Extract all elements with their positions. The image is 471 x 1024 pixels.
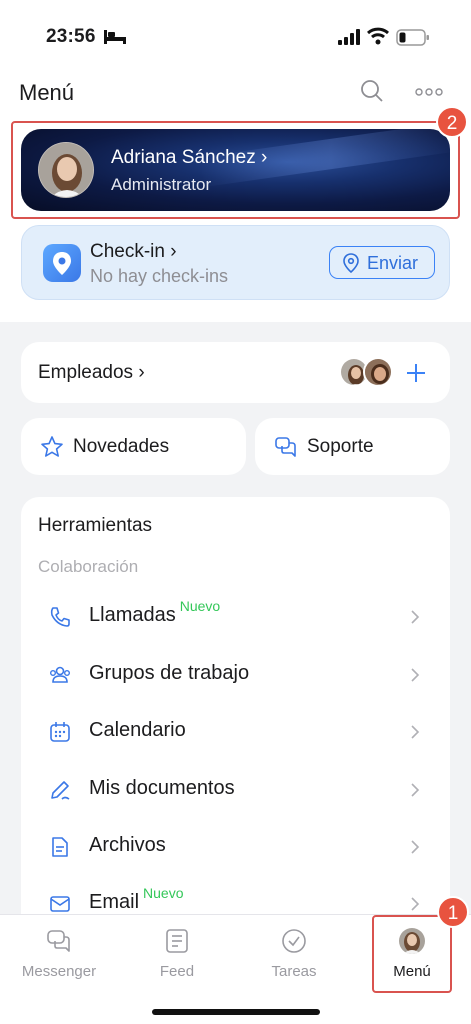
chevron-right-icon xyxy=(411,783,420,797)
tools-title: Herramientas xyxy=(38,515,153,536)
add-employee-icon[interactable] xyxy=(405,362,427,384)
chevron-right-icon xyxy=(411,840,420,854)
new-badge: Nuevo xyxy=(179,598,221,614)
tools-section-label: Colaboración xyxy=(38,557,139,576)
bed-icon xyxy=(104,30,126,44)
location-pin-icon xyxy=(343,253,359,273)
tool-item-llamadas[interactable]: Llamadas Nuevo xyxy=(21,593,450,643)
annotation-highlight-menu xyxy=(372,915,452,993)
tool-item-archivos[interactable]: Archivos xyxy=(21,823,450,873)
check-icon xyxy=(282,929,306,953)
checkin-subtitle: No hay check-ins xyxy=(90,266,229,286)
feed-icon xyxy=(166,929,188,953)
tab-tareas[interactable]: Tareas xyxy=(244,915,344,985)
tool-item-grupos[interactable]: Grupos de trabajo xyxy=(21,651,450,701)
people-icon xyxy=(50,666,71,683)
location-pin-icon xyxy=(43,244,81,282)
novedades-label: Novedades xyxy=(73,436,170,457)
tab-messenger[interactable]: Messenger xyxy=(9,915,109,985)
soporte-label: Soporte xyxy=(307,436,374,457)
soporte-button[interactable]: Soporte xyxy=(255,418,450,475)
annotation-highlight-profile xyxy=(11,121,460,219)
employees-label: Empleados › xyxy=(38,362,145,383)
pen-icon xyxy=(51,781,70,800)
chevron-right-icon xyxy=(411,725,420,739)
new-badge: Nuevo xyxy=(143,885,184,901)
status-bar: 23:56 xyxy=(0,0,471,70)
status-time: 23:56 xyxy=(46,26,96,47)
calendar-icon xyxy=(50,722,70,742)
tool-item-calendario[interactable]: Calendario xyxy=(21,708,450,758)
tools-card: Herramientas Colaboración Llamadas Nuevo … xyxy=(21,497,450,937)
chevron-right-icon xyxy=(411,610,420,624)
wifi-icon xyxy=(367,27,389,45)
battery-icon xyxy=(396,29,429,46)
employees-card[interactable]: Empleados › xyxy=(21,342,450,403)
checkin-title: Check-in › xyxy=(90,241,177,262)
tool-item-documentos[interactable]: Mis documentos xyxy=(21,766,450,816)
file-icon xyxy=(52,837,68,857)
avatar xyxy=(363,357,393,387)
novedades-button[interactable]: Novedades xyxy=(21,418,246,475)
search-icon[interactable] xyxy=(360,79,384,103)
signal-icon xyxy=(338,29,360,45)
send-checkin-button[interactable]: Enviar xyxy=(329,246,435,279)
page-title: Menú xyxy=(19,80,75,105)
chat-icon xyxy=(47,930,70,952)
chevron-right-icon xyxy=(411,668,420,682)
chevron-right-icon xyxy=(411,897,420,911)
star-icon xyxy=(41,436,63,457)
phone-icon xyxy=(50,607,70,627)
checkin-card[interactable]: Check-in › No hay check-ins Enviar xyxy=(21,225,450,300)
chevron-right-icon: › xyxy=(170,241,177,262)
tab-feed[interactable]: Feed xyxy=(127,915,227,985)
annotation-badge-2: 2 xyxy=(436,106,468,138)
chevron-right-icon: › xyxy=(138,362,145,383)
mail-icon xyxy=(50,896,70,912)
support-chat-icon xyxy=(275,437,296,457)
home-indicator xyxy=(152,1009,320,1015)
more-icon[interactable] xyxy=(415,86,443,98)
annotation-badge-1: 1 xyxy=(437,896,469,928)
